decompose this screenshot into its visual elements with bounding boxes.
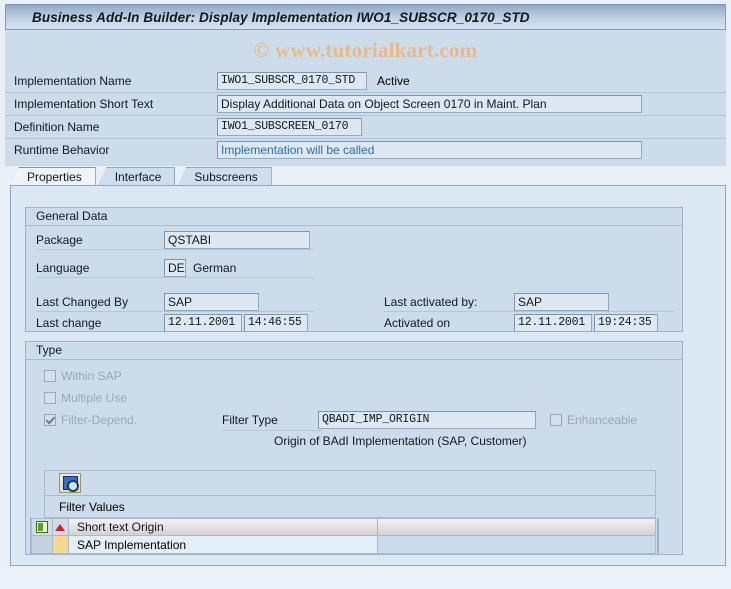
- last-activated-by-input: SAP: [514, 293, 609, 311]
- last-change-date: 12.11.2001: [164, 314, 242, 332]
- language-name-label: German: [193, 261, 237, 275]
- status-badge: Active: [377, 74, 410, 88]
- definition-name-label: Definition Name: [14, 120, 100, 134]
- tab-interface[interactable]: Interface: [97, 167, 176, 186]
- last-changed-by-row: Last Changed By SAP: [36, 292, 259, 312]
- sort-indicator-cell: [52, 518, 69, 536]
- type-title: Type: [26, 342, 682, 360]
- general-data-group: General Data Package QSTABI Language DE …: [25, 207, 683, 332]
- tab-strip: Properties Interface Subscreens: [10, 166, 726, 186]
- grid-right-border: [657, 518, 659, 554]
- sap-window: Business Add-In Builder: Display Impleme…: [0, 0, 731, 589]
- filter-type-label: Filter Type: [222, 413, 278, 427]
- tab-panel-properties: General Data Package QSTABI Language DE …: [10, 185, 726, 566]
- activated-on-date: 12.11.2001: [514, 314, 592, 332]
- package-label: Package: [36, 233, 83, 247]
- last-change-row: Last change 12.11.2001 14:46:55: [36, 313, 308, 333]
- language-row: Language DE German: [36, 258, 236, 278]
- activated-on-row: Activated on 12.11.2001 19:24:35: [384, 313, 658, 333]
- enhanceable-checkbox-box[interactable]: [550, 414, 562, 426]
- table-header-row: Short text Origin: [31, 518, 656, 536]
- cell-blank[interactable]: [378, 536, 656, 554]
- general-data-title: General Data: [26, 208, 682, 226]
- checkbox-filter-depend[interactable]: Filter-Depend.: [44, 411, 137, 429]
- field-row-runtime-behavior: Runtime Behavior Implementation will be …: [5, 139, 726, 161]
- sort-ascending-icon: [55, 523, 66, 531]
- filter-values-caption: Filter Values: [44, 496, 656, 518]
- checkbox-multiple-use[interactable]: Multiple Use: [44, 389, 127, 407]
- select-all-grid-icon: [35, 521, 48, 533]
- field-row-definition-name: Definition Name IWO1_SUBSCREEN_0170: [5, 116, 726, 139]
- implementation-short-text-label: Implementation Short Text: [14, 97, 154, 111]
- tab-properties[interactable]: Properties: [10, 167, 96, 186]
- filter-type-input[interactable]: QBADI_IMP_ORIGIN: [318, 411, 536, 429]
- filter-values-table: Short text Origin SAP Implementation: [30, 518, 656, 554]
- language-label: Language: [36, 261, 90, 275]
- checkbox-within-sap[interactable]: Within SAP: [44, 367, 122, 385]
- activated-on-label: Activated on: [384, 316, 451, 330]
- column-header-short-text-origin-label: Short text Origin: [76, 520, 164, 534]
- filter-values-toolbar: [44, 470, 656, 496]
- column-header-short-text-origin[interactable]: Short text Origin: [68, 518, 379, 536]
- tab-interface-label: Interface: [114, 170, 162, 184]
- filter-depend-label: Filter-Depend.: [61, 413, 138, 427]
- within-sap-label: Within SAP: [61, 369, 122, 383]
- select-all-button[interactable]: [31, 518, 53, 536]
- runtime-behavior-value: Implementation will be called: [217, 141, 642, 159]
- implementation-name-label: Implementation Name: [14, 74, 132, 88]
- runtime-behavior-label: Runtime Behavior: [14, 143, 110, 157]
- row-select-cell[interactable]: [31, 536, 53, 554]
- package-row: Package QSTABI: [36, 230, 310, 250]
- cell-short-text-origin[interactable]: SAP Implementation: [68, 536, 379, 554]
- tab-properties-label: Properties: [27, 170, 82, 184]
- checkbox-enhanceable[interactable]: Enhanceable: [550, 411, 637, 429]
- last-activated-by-row: Last activated by: SAP: [384, 292, 609, 312]
- tab-subscreens[interactable]: Subscreens: [177, 167, 272, 186]
- language-code-input[interactable]: DE: [164, 259, 186, 277]
- filter-type-description: Origin of BAdI Implementation (SAP, Cust…: [274, 434, 527, 448]
- package-input[interactable]: QSTABI: [164, 231, 310, 249]
- last-change-time: 14:46:55: [244, 314, 308, 332]
- status-strip: [0, 570, 731, 589]
- activated-on-time: 19:24:35: [594, 314, 658, 332]
- field-row-implementation-short-text: Implementation Short Text Display Additi…: [5, 93, 726, 116]
- table-row[interactable]: SAP Implementation: [31, 536, 656, 554]
- window-title-bar: Business Add-In Builder: Display Impleme…: [5, 4, 726, 30]
- display-detail-button[interactable]: [59, 473, 81, 493]
- last-changed-by-label: Last Changed By: [36, 295, 129, 309]
- column-header-blank[interactable]: [378, 518, 656, 536]
- last-changed-by-input: SAP: [164, 293, 259, 311]
- within-sap-checkbox-box[interactable]: [44, 370, 56, 382]
- last-change-label: Last change: [36, 316, 102, 330]
- watermark-strip: © www.tutorialkart.com: [5, 30, 726, 70]
- implementation-short-text-input[interactable]: Display Additional Data on Object Screen…: [217, 95, 642, 113]
- row-marker-cell: [52, 536, 69, 554]
- implementation-name-input[interactable]: IWO1_SUBSCR_0170_STD: [217, 72, 367, 90]
- multiple-use-label: Multiple Use: [61, 391, 128, 405]
- definition-name-input[interactable]: IWO1_SUBSCREEN_0170: [217, 118, 362, 136]
- last-activated-by-label: Last activated by:: [384, 295, 478, 309]
- enhanceable-label: Enhanceable: [567, 413, 638, 427]
- header-form: Implementation Name IWO1_SUBSCR_0170_STD…: [5, 70, 726, 166]
- filter-type-row: Filter Type QBADI_IMP_ORIGIN: [222, 410, 536, 430]
- magnifier-detail-icon: [62, 476, 79, 492]
- filter-depend-checkbox-box[interactable]: [44, 414, 56, 426]
- filter-values-caption-label: Filter Values: [59, 499, 125, 514]
- multiple-use-checkbox-box[interactable]: [44, 392, 56, 404]
- page-title: Business Add-In Builder: Display Impleme…: [32, 9, 530, 25]
- watermark-text: © www.tutorialkart.com: [253, 37, 478, 62]
- field-row-implementation-name: Implementation Name IWO1_SUBSCR_0170_STD…: [5, 70, 726, 93]
- tab-subscreens-label: Subscreens: [194, 170, 258, 184]
